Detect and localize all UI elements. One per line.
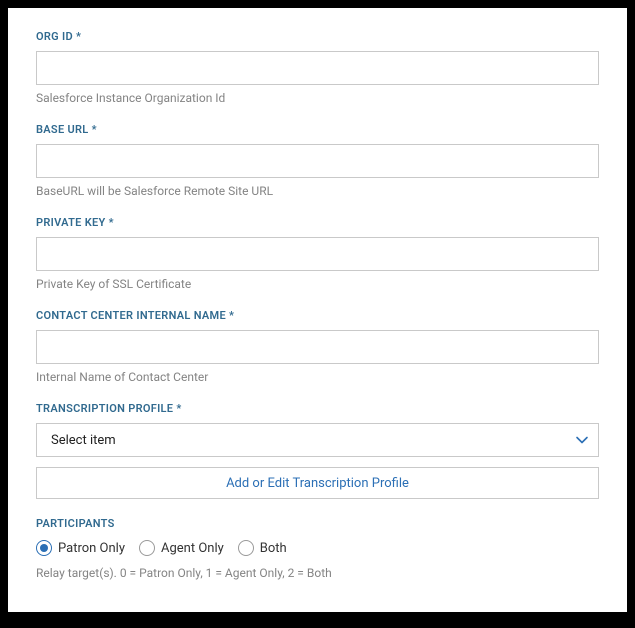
base-url-input[interactable] <box>36 144 599 178</box>
radio-icon <box>238 540 254 556</box>
participants-help: Relay target(s). 0 = Patron Only, 1 = Ag… <box>36 566 599 580</box>
radio-label-patron-only: Patron Only <box>58 541 125 556</box>
transcription-profile-select[interactable]: Select item <box>36 423 599 457</box>
contact-center-group: CONTACT CENTER INTERNAL NAME * Internal … <box>36 309 599 384</box>
transcription-profile-label: TRANSCRIPTION PROFILE * <box>36 402 599 415</box>
participants-radio-both[interactable]: Both <box>238 540 287 556</box>
private-key-input[interactable] <box>36 237 599 271</box>
base-url-help: BaseURL will be Salesforce Remote Site U… <box>36 184 599 198</box>
org-id-help: Salesforce Instance Organization Id <box>36 91 599 105</box>
transcription-profile-selected: Select item <box>36 423 599 457</box>
contact-center-help: Internal Name of Contact Center <box>36 370 599 384</box>
radio-label-agent-only: Agent Only <box>161 541 224 556</box>
radio-icon <box>139 540 155 556</box>
org-id-label: ORG ID * <box>36 30 599 43</box>
private-key-help: Private Key of SSL Certificate <box>36 277 599 291</box>
participants-label: PARTICIPANTS <box>36 517 599 530</box>
base-url-group: BASE URL * BaseURL will be Salesforce Re… <box>36 123 599 198</box>
org-id-group: ORG ID * Salesforce Instance Organizatio… <box>36 30 599 105</box>
participants-radio-agent-only[interactable]: Agent Only <box>139 540 224 556</box>
radio-label-both: Both <box>260 541 287 556</box>
transcription-profile-group: TRANSCRIPTION PROFILE * Select item Add … <box>36 402 599 499</box>
contact-center-input[interactable] <box>36 330 599 364</box>
base-url-label: BASE URL * <box>36 123 599 136</box>
form-panel: ORG ID * Salesforce Instance Organizatio… <box>8 8 627 612</box>
private-key-label: PRIVATE KEY * <box>36 216 599 229</box>
private-key-group: PRIVATE KEY * Private Key of SSL Certifi… <box>36 216 599 291</box>
transcription-profile-selected-text: Select item <box>51 433 116 448</box>
org-id-input[interactable] <box>36 51 599 85</box>
add-edit-transcription-profile-button[interactable]: Add or Edit Transcription Profile <box>36 467 599 499</box>
participants-radio-patron-only[interactable]: Patron Only <box>36 540 125 556</box>
participants-radio-row: Patron Only Agent Only Both <box>36 540 599 556</box>
participants-group: PARTICIPANTS Patron Only Agent Only Both… <box>36 517 599 580</box>
radio-icon <box>36 540 52 556</box>
contact-center-label: CONTACT CENTER INTERNAL NAME * <box>36 309 599 322</box>
